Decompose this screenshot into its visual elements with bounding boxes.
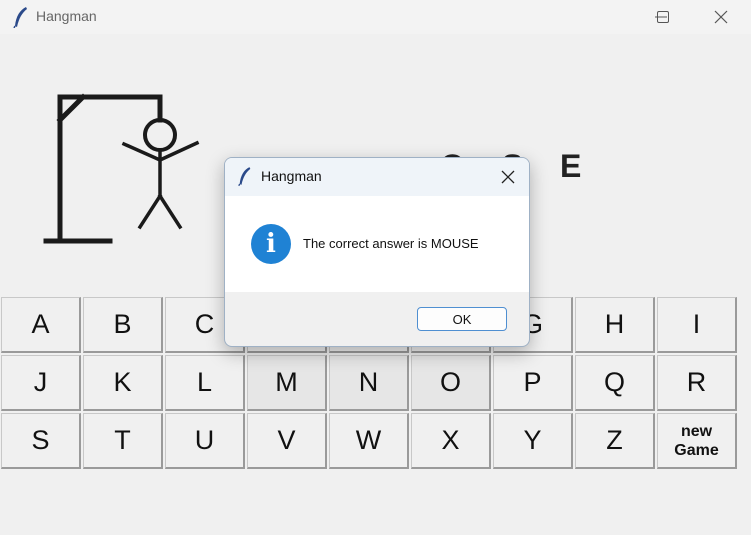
close-icon [501,170,515,184]
dialog-body: i The correct answer is MOUSE [225,196,529,292]
letter-button-i[interactable]: I [657,297,737,353]
answer-dialog: Hangman i The correct answer is MOUSE OK [224,157,530,347]
letter-button-w[interactable]: W [329,413,409,469]
letter-button-o[interactable]: O [411,355,491,411]
letter-button-n[interactable]: N [329,355,409,411]
dialog-message: The correct answer is MOUSE [303,236,479,251]
letter-button-h[interactable]: H [575,297,655,353]
new-game-button[interactable]: new Game [657,413,737,469]
close-button[interactable] [698,0,744,34]
letter-button-t[interactable]: T [83,413,163,469]
letter-button-k[interactable]: K [83,355,163,411]
letter-button-y[interactable]: Y [493,413,573,469]
maximize-icon [657,11,669,23]
letter-button-r[interactable]: R [657,355,737,411]
hangman-drawing [43,93,200,244]
dialog-title: Hangman [261,168,322,184]
letter-button-x[interactable]: X [411,413,491,469]
info-icon: i [251,224,291,264]
feather-icon [238,167,251,186]
letter-button-m[interactable]: M [247,355,327,411]
letter-button-q[interactable]: Q [575,355,655,411]
ok-button[interactable]: OK [417,307,507,331]
letter-button-p[interactable]: P [493,355,573,411]
letter-button-a[interactable]: A [1,297,81,353]
letter-button-j[interactable]: J [1,355,81,411]
letter-button-v[interactable]: V [247,413,327,469]
letter-button-b[interactable]: B [83,297,163,353]
window-titlebar: Hangman [0,0,751,34]
feather-icon [13,7,27,28]
dialog-titlebar: Hangman [225,158,529,196]
dialog-close-button[interactable] [497,166,519,188]
letter-button-l[interactable]: L [165,355,245,411]
letter-button-z[interactable]: Z [575,413,655,469]
close-icon [714,10,728,24]
letter-button-s[interactable]: S [1,413,81,469]
maximize-button[interactable] [639,0,685,34]
letter-button-u[interactable]: U [165,413,245,469]
window-title: Hangman [36,8,97,24]
